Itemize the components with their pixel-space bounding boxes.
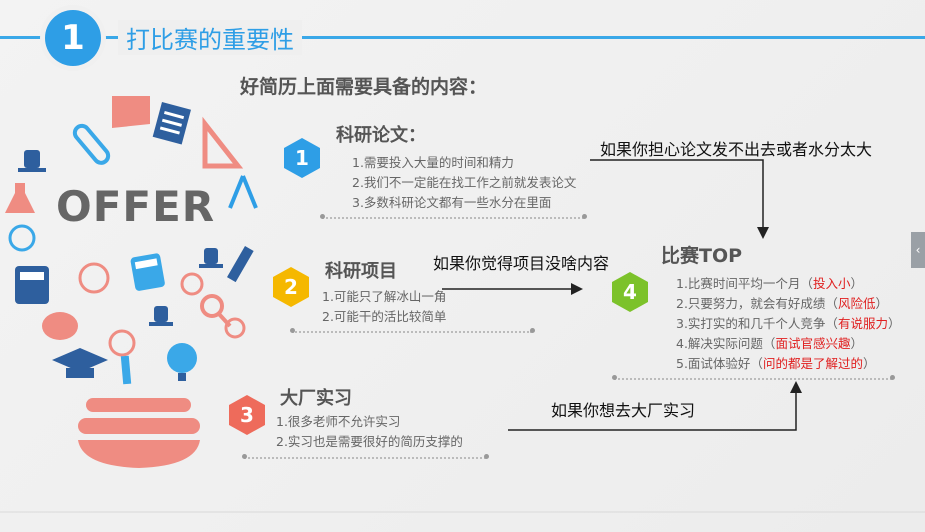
arrow-paper-to-top — [590, 159, 769, 239]
arrows-layer — [0, 159, 925, 513]
arrow-internship-to-top — [508, 381, 802, 431]
slide-nav-tab[interactable]: ‹ — [911, 232, 925, 268]
